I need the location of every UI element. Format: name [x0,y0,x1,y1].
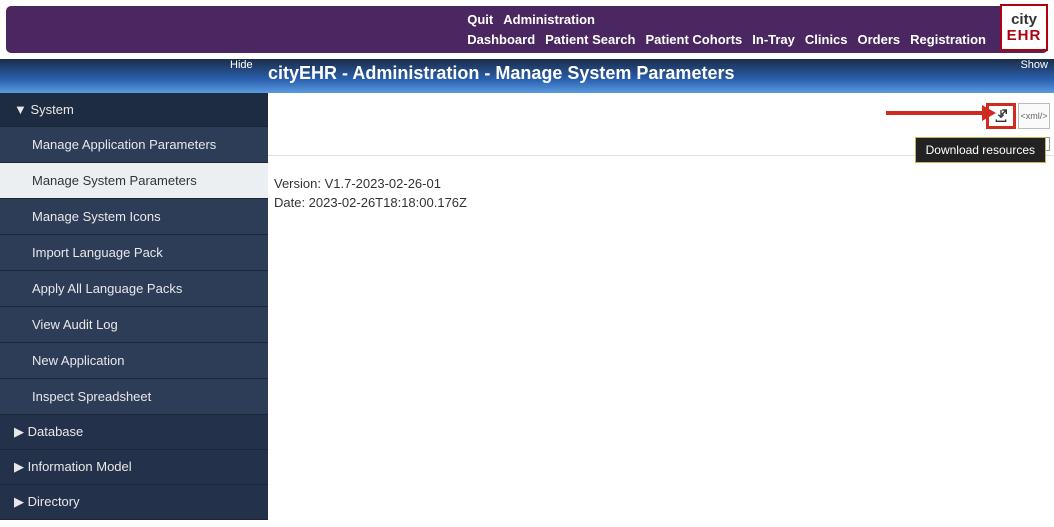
nav-patient-search[interactable]: Patient Search [545,32,635,47]
sidebar-section-label: System [30,102,73,117]
sidebar-item-label: Import Language Pack [32,245,163,260]
sidebar-item-manage-system-icons[interactable]: Manage System Icons [0,199,268,235]
sidebar-item-import-language-pack[interactable]: Import Language Pack [0,235,268,271]
sidebar-item-label: Inspect Spreadsheet [32,389,151,404]
nav-dashboard[interactable]: Dashboard [467,32,535,47]
logo-line1: city [1011,12,1037,27]
sidebar-section-label: Information Model [28,459,132,474]
tooltip: Download resources [915,137,1046,163]
sidebar-section-database[interactable]: ▶ Database [0,415,268,450]
sidebar-item-apply-all-language-packs[interactable]: Apply All Language Packs [0,271,268,307]
sidebar-item-label: Apply All Language Packs [32,281,182,296]
nav-quit[interactable]: Quit [467,12,493,27]
nav-administration[interactable]: Administration [503,12,595,27]
show-panel-link[interactable]: Show [1020,59,1048,71]
xml-button[interactable]: <xml/> [1018,103,1050,129]
sidebar-item-manage-system-parameters[interactable]: Manage System Parameters [0,163,268,199]
title-bar: Hide cityEHR - Administration - Manage S… [0,59,1054,93]
sidebar-section-information-model[interactable]: ▶ Information Model [0,450,268,485]
nav-clinics[interactable]: Clinics [805,32,848,47]
nav-row-2: Dashboard Patient Search Patient Cohorts… [467,32,986,47]
page-title: cityEHR - Administration - Manage System… [0,63,1054,84]
sidebar-item-label: New Application [32,353,125,368]
main-panel: <xml/> Download resources Edit Version: … [268,93,1054,520]
sidebar: ▼ System Manage Application Parameters M… [0,93,268,520]
sidebar-item-new-application[interactable]: New Application [0,343,268,379]
sidebar-item-label: View Audit Log [32,317,118,332]
logo: city EHR [1000,4,1048,51]
sidebar-item-label: Manage Application Parameters [32,137,216,152]
sidebar-item-manage-application-parameters[interactable]: Manage Application Parameters [0,127,268,163]
sidebar-section-label: Directory [28,494,80,509]
date-text: Date: 2023-02-26T18:18:00.176Z [274,195,1048,210]
sidebar-section-directory[interactable]: ▶ Directory [0,485,268,520]
sidebar-item-label: Manage System Icons [32,209,161,224]
nav-row-1: Quit Administration [467,12,986,27]
sidebar-section-label: Database [28,424,84,439]
annotation-arrow [886,111,986,115]
version-text: Version: V1.7-2023-02-26-01 [274,176,1048,191]
hide-sidebar-link[interactable]: Hide [230,59,253,71]
nav-orders[interactable]: Orders [858,32,901,47]
sidebar-item-view-audit-log[interactable]: View Audit Log [0,307,268,343]
top-navbar: Quit Administration Dashboard Patient Se… [6,6,1048,53]
nav-in-tray[interactable]: In-Tray [752,32,795,47]
sidebar-item-inspect-spreadsheet[interactable]: Inspect Spreadsheet [0,379,268,415]
sidebar-section-system[interactable]: ▼ System [0,93,268,127]
content-area: Version: V1.7-2023-02-26-01 Date: 2023-0… [268,156,1054,234]
nav-registration[interactable]: Registration [910,32,986,47]
logo-line2: EHR [1007,28,1042,43]
nav-patient-cohorts[interactable]: Patient Cohorts [645,32,742,47]
sidebar-item-label: Manage System Parameters [32,173,197,188]
